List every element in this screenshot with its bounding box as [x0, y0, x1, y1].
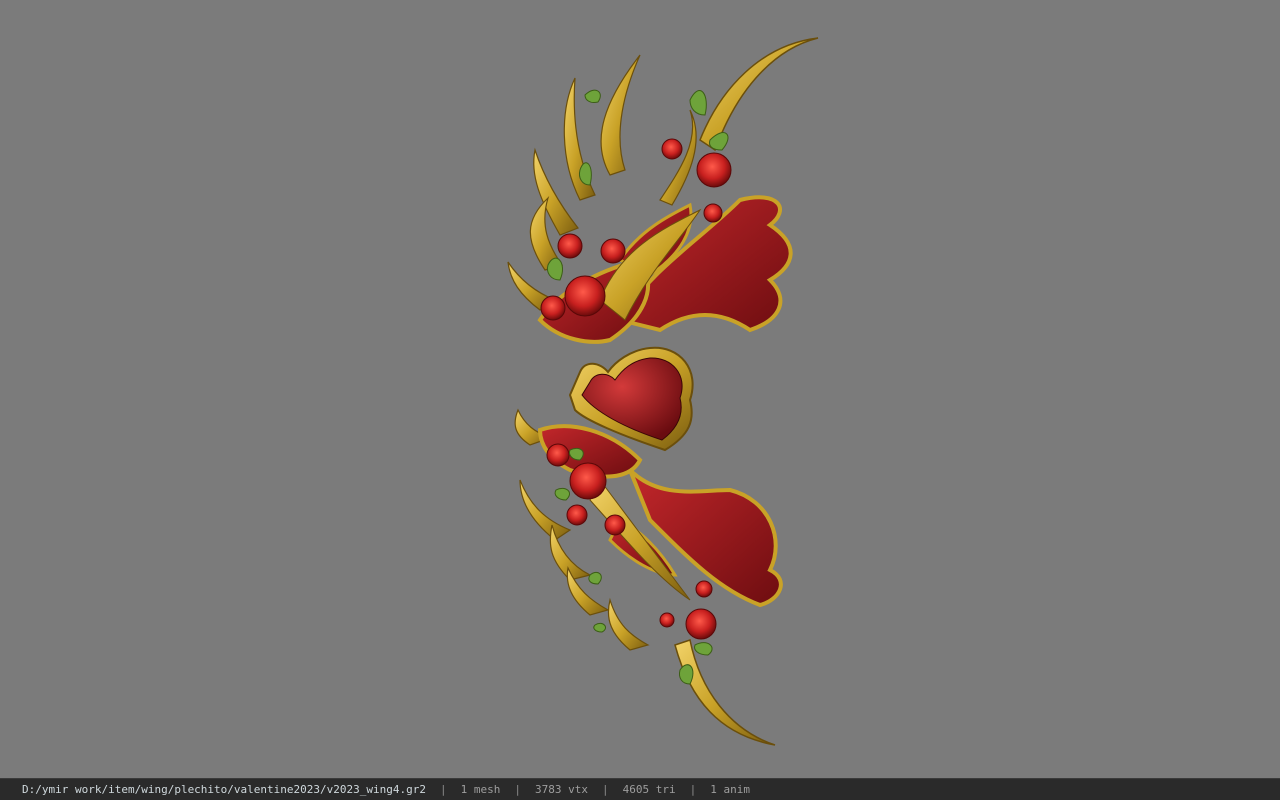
separator: |	[689, 783, 697, 796]
triangle-count: 4605 tri	[622, 783, 676, 796]
bottom-horn	[674, 639, 776, 746]
3d-viewport[interactable]	[0, 0, 1280, 778]
separator: |	[514, 783, 521, 796]
mesh-count: 1 mesh	[460, 783, 501, 796]
top-horn	[699, 37, 819, 152]
separator: |	[601, 783, 609, 796]
file-path: D:/ymir work/item/wing/plechito/valentin…	[22, 783, 426, 796]
status-bar: D:/ymir work/item/wing/plechito/valentin…	[0, 778, 1280, 800]
wing-model-render	[507, 37, 819, 746]
separator: |	[439, 783, 447, 796]
anim-count: 1 anim	[710, 783, 750, 796]
vertex-count: 3783 vtx	[534, 783, 588, 796]
